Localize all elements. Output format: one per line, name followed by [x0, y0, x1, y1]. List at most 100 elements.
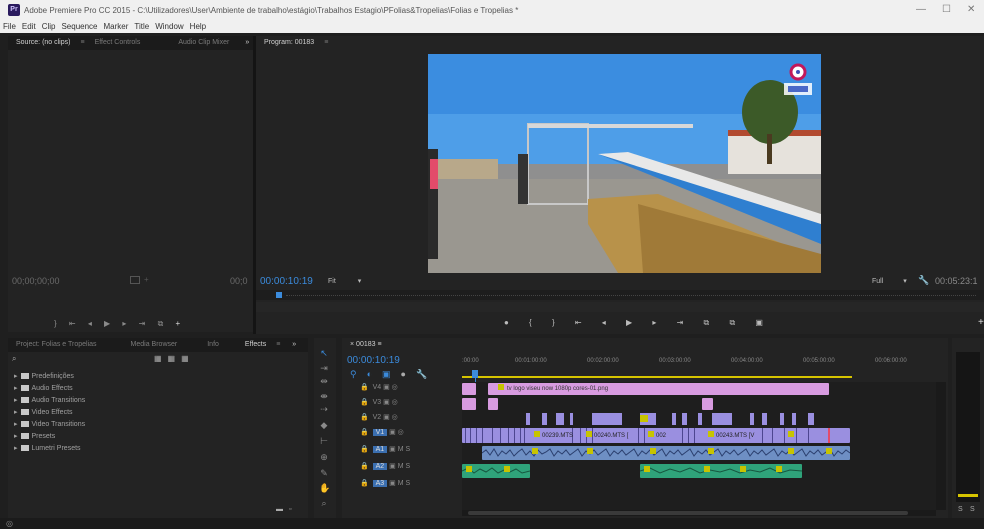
ruler-label: :00:00: [462, 358, 479, 364]
tab-menu-icon[interactable]: ≡: [322, 36, 330, 50]
menu-file[interactable]: File: [0, 20, 19, 31]
menu-title[interactable]: Title: [131, 20, 152, 31]
rolling-edit-tool-icon[interactable]: ⇢: [319, 404, 329, 414]
a2-audio-clip[interactable]: [639, 464, 803, 478]
v2-clip-group[interactable]: [522, 413, 832, 425]
tab-program[interactable]: Program: 00183: [256, 36, 322, 50]
track-area[interactable]: tv logo viseu now 1080p cores-01.png 002…: [461, 382, 936, 510]
new-bin-and-delete-icons[interactable]: ▬▫: [276, 506, 297, 513]
source-export-frame-icon[interactable]: [130, 276, 140, 284]
effects-folder-item[interactable]: ▸ Video Effects: [8, 408, 300, 420]
source-settings-icon[interactable]: +: [144, 275, 149, 284]
tab-info[interactable]: Info: [185, 338, 227, 352]
program-scrub-bar[interactable]: [256, 290, 984, 300]
logo-clip[interactable]: [488, 398, 498, 410]
rate-stretch-tool-icon[interactable]: ⇼: [319, 391, 329, 401]
pen-tool-icon[interactable]: ✎: [319, 468, 329, 478]
menu-edit[interactable]: Edit: [19, 20, 39, 31]
effects-folder-item[interactable]: ▸ Presets: [8, 432, 300, 444]
tab-source[interactable]: Source: (no clips): [8, 36, 78, 50]
program-transport-controls[interactable]: ● { } ⇤ ◂ ▶ ▸ ⇥ ⧉ ⧉ ▣: [504, 318, 772, 328]
ruler-label: 00:03:00:00: [659, 358, 691, 364]
source-transport-controls[interactable]: } ⇤ ◂ ▶ ▸ ⇥ ⧉ +: [54, 319, 185, 329]
tab-menu-icon[interactable]: ≡: [78, 36, 86, 50]
clip-label: 002: [648, 431, 666, 439]
solo-toggle[interactable]: S: [405, 463, 410, 470]
logo-clip[interactable]: [462, 383, 476, 395]
tab-effect-controls[interactable]: Effect Controls: [87, 36, 149, 50]
resolution-dropdown[interactable]: Full ▾: [872, 277, 907, 285]
a2-audio-clip[interactable]: [461, 464, 531, 478]
effects-folder-item[interactable]: ▸ Audio Effects: [8, 384, 300, 396]
solo-right-toggle[interactable]: S: [970, 506, 975, 513]
add-button-icon[interactable]: +: [978, 317, 984, 328]
tab-sequence[interactable]: × 00183 ≡: [342, 338, 390, 352]
slip-tool-icon[interactable]: ⊢: [319, 436, 329, 446]
a1-audio-strip[interactable]: [481, 446, 851, 460]
menu-window[interactable]: Window: [152, 20, 186, 31]
tab-project[interactable]: Project: Folias e Tropelias: [8, 338, 105, 352]
mute-toggle[interactable]: M: [398, 480, 404, 487]
timeline-vertical-scrollbar[interactable]: [936, 382, 946, 510]
hand-tool-icon[interactable]: ✋: [319, 483, 330, 493]
track-header-v2[interactable]: 🔒 V2 ▣ ◎: [360, 413, 460, 428]
track-header-a1[interactable]: 🔒 A1 ▣ M S: [360, 445, 460, 462]
tab-media-browser[interactable]: Media Browser: [105, 338, 186, 352]
playhead[interactable]: [472, 370, 478, 378]
solo-left-toggle[interactable]: S: [958, 506, 963, 513]
track-header-v3[interactable]: 🔒 V3 ▣ ◎: [360, 398, 460, 413]
effects-search-input[interactable]: [22, 354, 142, 365]
fx-badge-icon: [708, 431, 714, 437]
source-monitor-viewport: [8, 50, 253, 272]
tab-audio-clip-mixer[interactable]: Audio Clip Mixer: [148, 36, 237, 50]
effects-folder-item[interactable]: ▸ Predefinições: [8, 372, 300, 384]
scrollbar-thumb[interactable]: [468, 511, 908, 515]
effects-folder-item[interactable]: ▸ Audio Transitions: [8, 396, 300, 408]
menu-marker[interactable]: Marker: [101, 20, 132, 31]
minimize-button[interactable]: —: [916, 4, 926, 15]
track-header-v4[interactable]: 🔒 V4 ▣ ◎: [360, 383, 460, 398]
timeline-toolbar[interactable]: ⚲◐▣●🔧: [350, 369, 437, 380]
maximize-button[interactable]: ☐: [942, 4, 951, 15]
menu-sequence[interactable]: Sequence: [58, 20, 100, 31]
playhead[interactable]: [276, 292, 282, 298]
tab-menu-icon[interactable]: ≡: [274, 338, 282, 352]
ripple-edit-tool-icon[interactable]: ⇹: [319, 376, 329, 386]
razor-tool-icon[interactable]: ◆: [319, 420, 329, 430]
track-select-tool-icon[interactable]: ⇥: [319, 363, 329, 373]
panel-overflow-icon[interactable]: »: [282, 338, 304, 352]
selection-tool-icon[interactable]: ↖: [319, 348, 329, 358]
folder-icon: [20, 445, 29, 452]
v1-clip-strip[interactable]: 00239.MTS 00240.MTS [ 002 00243.MTS [V: [462, 428, 850, 443]
logo-clip[interactable]: [462, 398, 476, 410]
solo-toggle[interactable]: S: [405, 446, 410, 453]
fit-dropdown[interactable]: Fit ▾: [328, 277, 361, 285]
program-zoom-bar[interactable]: [256, 302, 984, 312]
program-timecode[interactable]: 00:00:10:19: [260, 276, 313, 287]
mute-toggle[interactable]: M: [398, 446, 404, 453]
track-header-a3[interactable]: 🔒 A3 ▣ M S: [360, 479, 460, 496]
zoom-tool-icon[interactable]: ⌕: [319, 498, 329, 508]
wrench-icon[interactable]: 🔧: [918, 275, 929, 286]
effects-folder-item[interactable]: ▸ Video Transitions: [8, 420, 300, 432]
logo-clip[interactable]: tv logo viseu now 1080p cores-01.png: [488, 383, 829, 395]
logo-clip[interactable]: [702, 398, 713, 410]
track-header-a2[interactable]: 🔒 A2 ▣ M S: [360, 462, 460, 479]
program-video-frame[interactable]: [428, 54, 821, 273]
filter-icons[interactable]: ▦▦▦: [154, 354, 195, 363]
timeline-ruler[interactable]: :00:00 00:01:00:00 00:02:00:00 00:03:00:…: [462, 356, 948, 382]
menu-clip[interactable]: Clip: [39, 20, 59, 31]
track-header-v1[interactable]: 🔒 V1 ▣ ◎: [360, 428, 460, 445]
effects-folder-item[interactable]: ▸ Lumetri Presets: [8, 444, 300, 456]
mute-toggle[interactable]: M: [398, 463, 404, 470]
solo-toggle[interactable]: S: [405, 480, 410, 487]
source-timecode[interactable]: 00;00;00;00: [12, 276, 60, 286]
search-icon[interactable]: ⌕: [12, 354, 16, 364]
timeline-timecode[interactable]: 00:00:10:19: [347, 355, 400, 366]
menu-help[interactable]: Help: [187, 20, 209, 31]
tab-effects[interactable]: Effects: [227, 338, 274, 352]
work-area-bar[interactable]: [462, 376, 852, 378]
close-button[interactable]: ✕: [967, 4, 975, 15]
timeline-horizontal-scrollbar[interactable]: [462, 510, 936, 516]
slide-tool-icon[interactable]: ⊕: [319, 452, 329, 462]
